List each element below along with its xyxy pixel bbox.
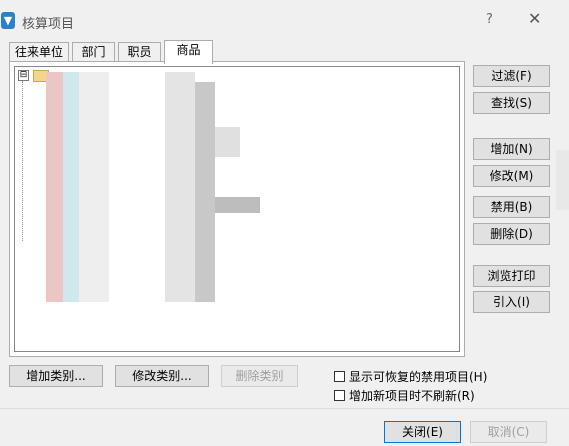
close-icon[interactable]: ✕: [528, 9, 541, 28]
tab-contacts[interactable]: 往来单位: [9, 42, 69, 62]
background-window: [556, 150, 569, 210]
app-icon: ▼: [1, 12, 15, 29]
divider: [0, 408, 569, 409]
window-title: 核算项目: [22, 17, 75, 32]
tree-item-redacted: [215, 197, 260, 213]
no-refresh-option[interactable]: 增加新项目时不刷新(R): [334, 387, 475, 403]
show-recoverable-option[interactable]: 显示可恢复的禁用项目(H): [334, 368, 487, 384]
disable-button[interactable]: 禁用(B): [473, 196, 550, 218]
modify-button[interactable]: 修改(M): [473, 165, 550, 187]
tree-item-redacted: [165, 72, 195, 302]
browse-print-button[interactable]: 浏览打印: [473, 265, 550, 287]
tree-item-redacted: [63, 72, 79, 302]
tree-connector: [22, 81, 24, 241]
tab-staff[interactable]: 职员: [118, 42, 161, 62]
tree-item-redacted: [79, 72, 109, 302]
find-button[interactable]: 查找(S): [473, 92, 550, 114]
add-button[interactable]: 增加(N): [473, 138, 550, 160]
title-bar: ▼ 核算项目 ? ✕: [0, 0, 569, 38]
no-refresh-label: 增加新项目时不刷新(R): [349, 388, 475, 403]
show-recoverable-checkbox[interactable]: [334, 370, 345, 382]
delete-button[interactable]: 删除(D): [473, 223, 550, 245]
tree-item-redacted: [195, 82, 215, 302]
import-button[interactable]: 引入(I): [473, 291, 550, 313]
help-button[interactable]: ?: [486, 12, 493, 27]
tree-expander[interactable]: ⊟: [18, 70, 29, 81]
modify-category-button[interactable]: 修改类别...: [115, 365, 209, 387]
tab-panel: ⊟: [9, 61, 465, 357]
tab-department[interactable]: 部门: [72, 42, 115, 62]
cancel-button[interactable]: 取消(C): [470, 421, 547, 443]
add-category-button[interactable]: 增加类别...: [9, 365, 103, 387]
close-button[interactable]: 关闭(E): [384, 421, 461, 443]
tree-view[interactable]: ⊟: [14, 66, 460, 352]
tree-item-redacted: [215, 127, 240, 157]
filter-button[interactable]: 过滤(F): [473, 65, 550, 87]
show-recoverable-label: 显示可恢复的禁用项目(H): [349, 369, 488, 384]
no-refresh-checkbox[interactable]: [334, 389, 345, 401]
tab-goods[interactable]: 商品: [164, 40, 213, 64]
tree-item-redacted: [46, 72, 63, 302]
delete-category-button[interactable]: 删除类别: [221, 365, 298, 387]
